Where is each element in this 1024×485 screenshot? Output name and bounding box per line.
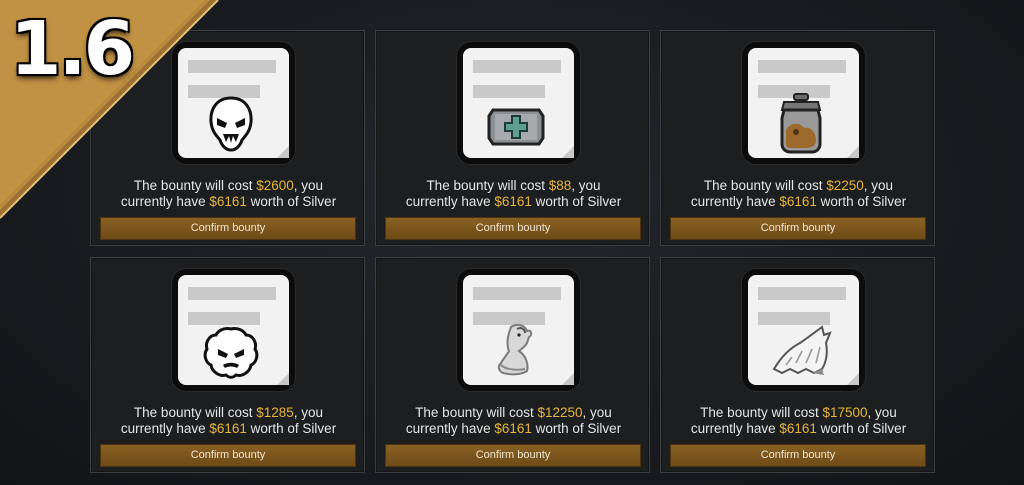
bounty-note (457, 269, 580, 391)
silver-amount: $6161 (779, 421, 817, 436)
goat-creature-icon (497, 323, 533, 376)
have-suffix: worth of Silver (246, 194, 337, 209)
confirm-bounty-button[interactable]: Confirm bounty (100, 444, 356, 467)
bounty-card: The bounty will cost $12250, you current… (375, 257, 650, 473)
cost-suffix: , you (293, 178, 324, 193)
bounty-description: The bounty will cost $17500, you current… (661, 405, 936, 437)
cost-prefix: The bounty will cost (415, 405, 538, 420)
have-prefix: currently have (405, 194, 495, 209)
bounty-note (742, 42, 865, 164)
bounty-card: The bounty will cost $1285, you currentl… (90, 257, 365, 473)
cost-suffix: , you (867, 405, 897, 420)
cost-prefix: The bounty will cost (700, 405, 823, 420)
have-prefix: currently have (120, 194, 210, 209)
jar-icon (780, 93, 822, 154)
silver-amount: $6161 (494, 421, 532, 436)
have-suffix: worth of Silver (816, 194, 907, 209)
fur-pelt-icon (772, 325, 832, 375)
bounty-grid: The bounty will cost $2600, you currentl… (0, 0, 1024, 485)
have-suffix: worth of Silver (816, 421, 907, 436)
silver-amount: $6161 (209, 421, 247, 436)
bounty-card: The bounty will cost $17500, you current… (660, 257, 935, 473)
note-line (188, 287, 276, 300)
bounty-card: The bounty will cost $88, you currently … (375, 30, 650, 246)
bounty-description: The bounty will cost $12250, you current… (376, 405, 651, 437)
bounty-cost: $88 (548, 178, 572, 193)
furry-face-icon (203, 327, 259, 379)
note-line (188, 60, 276, 73)
cost-prefix: The bounty will cost (426, 178, 549, 193)
note-fold (847, 146, 859, 158)
confirm-bounty-button[interactable]: Confirm bounty (100, 217, 356, 240)
note-fold (277, 373, 289, 385)
note-fold (847, 373, 859, 385)
silver-amount: $6161 (779, 194, 817, 209)
have-suffix: worth of Silver (531, 421, 622, 436)
confirm-bounty-button[interactable]: Confirm bounty (670, 444, 926, 467)
note-fold (562, 373, 574, 385)
bounty-note (172, 42, 295, 164)
bounty-cost: $1285 (256, 405, 294, 420)
cost-prefix: The bounty will cost (133, 178, 257, 193)
bounty-note (742, 269, 865, 391)
have-prefix: currently have (120, 421, 210, 436)
skull-mask-icon (209, 96, 253, 152)
confirm-bounty-button[interactable]: Confirm bounty (385, 444, 641, 467)
confirm-bounty-button[interactable]: Confirm bounty (670, 217, 926, 240)
silver-amount: $6161 (209, 194, 247, 209)
cost-prefix: The bounty will cost (703, 178, 827, 193)
note-line (473, 287, 561, 300)
cost-suffix: , you (863, 178, 894, 193)
bounty-card: The bounty will cost $2250, you currentl… (660, 30, 935, 246)
bounty-note (172, 269, 295, 391)
have-prefix: currently have (690, 194, 780, 209)
bounty-description: The bounty will cost $2250, you currentl… (661, 178, 936, 210)
have-suffix: worth of Silver (531, 194, 622, 209)
medkit-icon (487, 108, 545, 146)
bounty-description: The bounty will cost $88, you currently … (376, 178, 651, 210)
cost-suffix: , you (571, 178, 601, 193)
confirm-bounty-button[interactable]: Confirm bounty (385, 217, 641, 240)
bounty-note (457, 42, 580, 164)
silver-amount: $6161 (494, 194, 532, 209)
have-prefix: currently have (405, 421, 495, 436)
bounty-cost: $2250 (826, 178, 864, 193)
version-label: 1.6 (10, 6, 135, 92)
have-prefix: currently have (690, 421, 780, 436)
bounty-description: The bounty will cost $2600, you currentl… (91, 178, 366, 210)
note-fold (277, 146, 289, 158)
note-line (758, 60, 846, 73)
cost-prefix: The bounty will cost (133, 405, 257, 420)
have-suffix: worth of Silver (246, 421, 337, 436)
bounty-cost: $12250 (537, 405, 583, 420)
bounty-cost: $17500 (822, 405, 868, 420)
bounty-description: The bounty will cost $1285, you currentl… (91, 405, 366, 437)
note-line (758, 287, 846, 300)
note-fold (562, 146, 574, 158)
cost-suffix: , you (293, 405, 324, 420)
bounty-cost: $2600 (256, 178, 294, 193)
cost-suffix: , you (582, 405, 612, 420)
note-line (473, 60, 561, 73)
